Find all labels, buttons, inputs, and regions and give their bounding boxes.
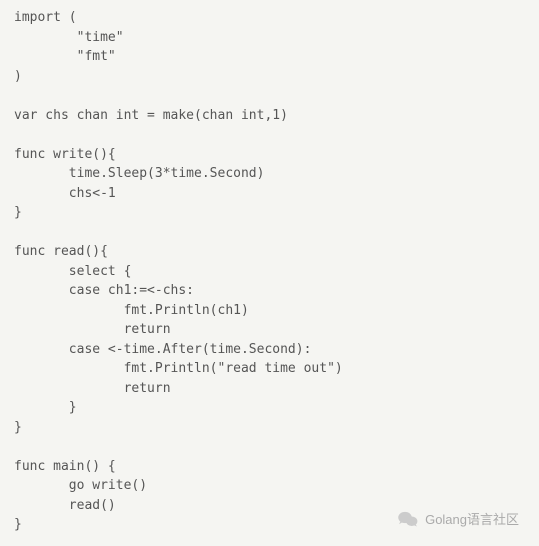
code-line: return: [14, 381, 171, 396]
code-line: case ch1:=<-chs:: [14, 283, 194, 298]
code-line: "fmt": [14, 49, 116, 64]
code-line: func read(){: [14, 244, 108, 259]
code-line: func main() {: [14, 459, 116, 474]
code-line: "time": [14, 30, 124, 45]
code-line: go write(): [14, 478, 147, 493]
code-line: }: [14, 517, 22, 532]
code-line: return: [14, 322, 171, 337]
code-line: fmt.Println(ch1): [14, 303, 249, 318]
code-line: select {: [14, 264, 131, 279]
wechat-icon: [397, 510, 419, 528]
code-line: var chs chan int = make(chan int,1): [14, 108, 288, 123]
code-line: time.Sleep(3*time.Second): [14, 166, 264, 181]
code-line: import (: [14, 10, 77, 25]
code-line: case <-time.After(time.Second):: [14, 342, 311, 357]
code-line: }: [14, 205, 22, 220]
code-line: read(): [14, 498, 116, 513]
code-line: fmt.Println("read time out"): [14, 361, 343, 376]
code-line: }: [14, 420, 22, 435]
code-line: func write(){: [14, 147, 116, 162]
code-line: chs<-1: [14, 186, 116, 201]
code-line: }: [14, 400, 77, 415]
code-line: ): [14, 69, 22, 84]
watermark-text: Golang语言社区: [425, 509, 519, 528]
code-block: import ( "time" "fmt" ) var chs chan int…: [0, 0, 539, 543]
watermark: Golang语言社区: [397, 509, 519, 528]
